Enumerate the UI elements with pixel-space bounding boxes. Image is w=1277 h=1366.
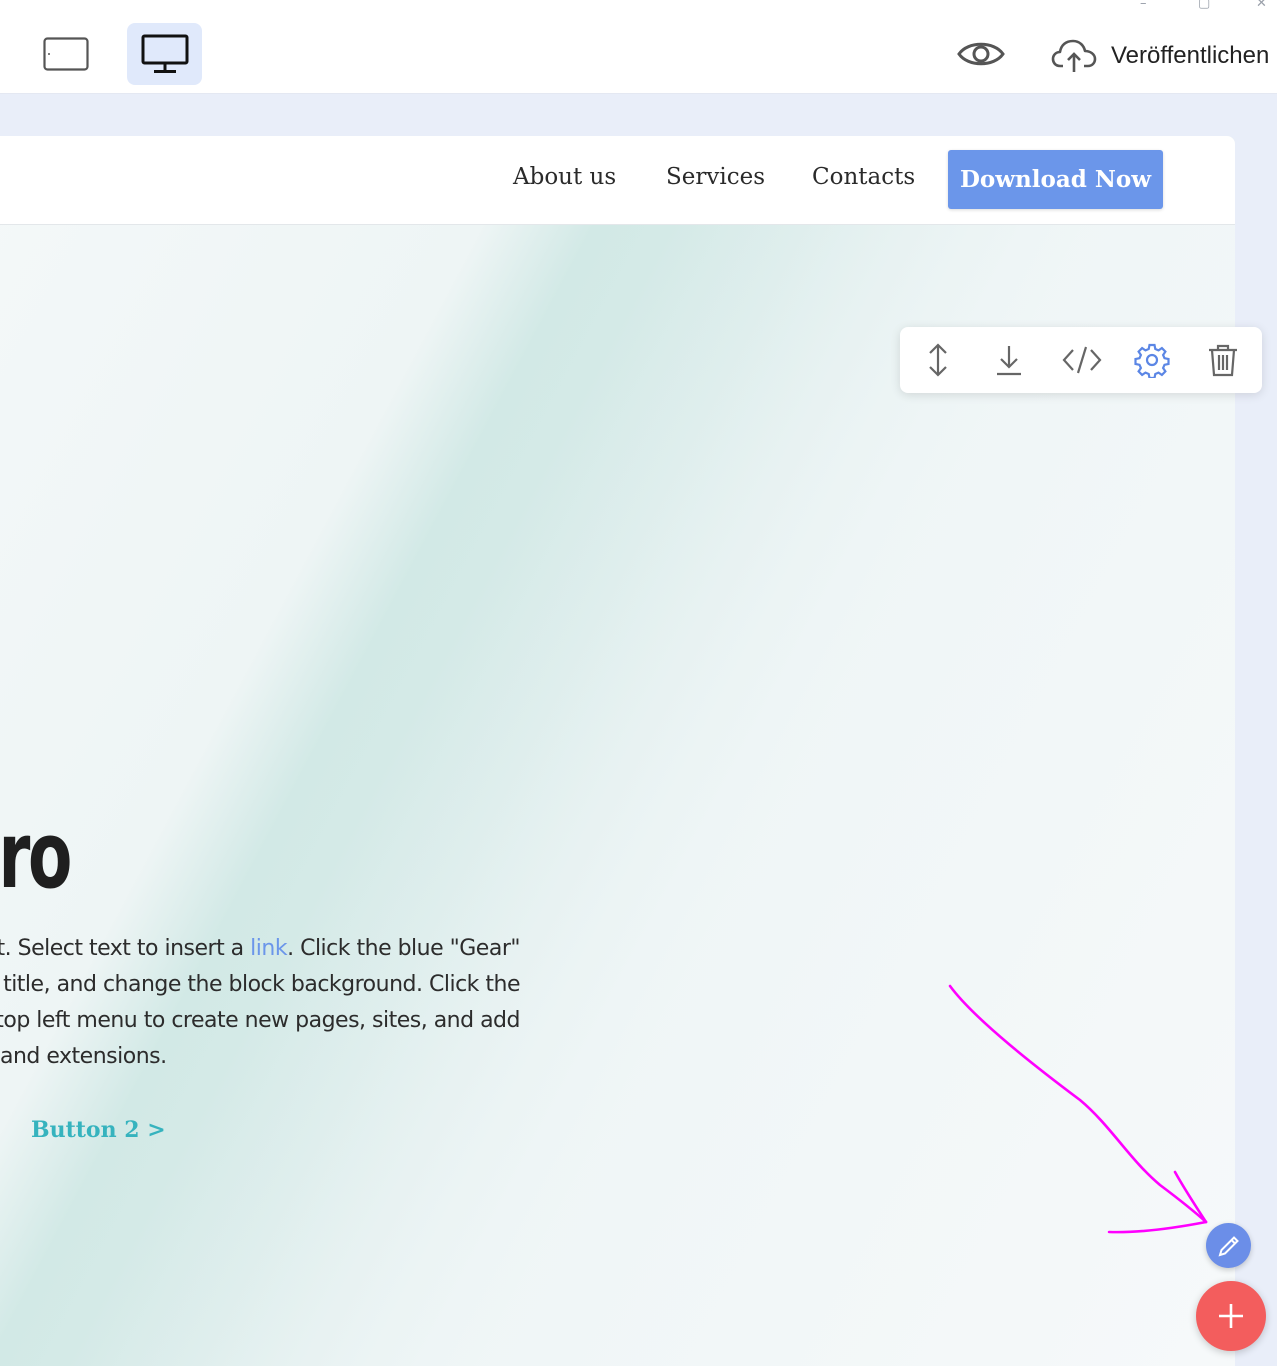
block-toolbar [900, 327, 1262, 393]
preview-button[interactable] [956, 38, 1006, 74]
hero-text-line: k. Use the top left menu to create new p… [0, 1008, 520, 1033]
move-icon[interactable] [920, 342, 956, 378]
hero-description[interactable]: le it. Select text to insert a link. Cli… [0, 931, 520, 1075]
hero-text-line: and extensions. [0, 1044, 167, 1069]
hero-background [0, 136, 1235, 1366]
gear-icon[interactable] [1134, 342, 1170, 378]
plus-icon [1219, 1304, 1243, 1328]
desktop-view-button[interactable] [127, 23, 202, 85]
pencil-icon [1218, 1235, 1239, 1256]
eye-icon [957, 42, 1005, 66]
nav-link-services[interactable]: Services [666, 164, 765, 190]
trash-icon[interactable] [1205, 342, 1241, 378]
hero-text-line: ttons, text, title, and change the block… [0, 972, 520, 997]
edit-button[interactable] [1206, 1223, 1251, 1268]
nav-link-about[interactable]: About us [513, 164, 616, 190]
app-toolbar: – ▢ ✕ Veröffentlichen [0, 0, 1277, 94]
hero-title[interactable]: een Intro [0, 802, 72, 909]
tablet-icon [42, 37, 89, 71]
close-button[interactable]: ✕ [1256, 0, 1267, 11]
hero-inline-link[interactable]: link [250, 936, 287, 961]
site-canvas: About us Services Contacts Download Now … [0, 136, 1235, 1366]
publish-button[interactable]: Veröffentlichen [1051, 38, 1269, 74]
minimize-button[interactable]: – [1140, 0, 1147, 11]
hero-text-line: le it. Select text to insert a link. Cli… [0, 936, 520, 961]
publish-label: Veröffentlichen [1111, 42, 1270, 69]
button-2[interactable]: Button 2 > [31, 1117, 166, 1143]
nav-link-contacts[interactable]: Contacts [812, 164, 915, 190]
add-block-button[interactable] [1196, 1281, 1266, 1351]
cloud-upload-icon [1051, 39, 1097, 72]
maximize-button[interactable]: ▢ [1198, 0, 1210, 11]
desktop-icon [141, 34, 188, 73]
tablet-view-button[interactable] [28, 23, 103, 85]
site-navbar: About us Services Contacts Download Now [0, 136, 1235, 225]
download-icon[interactable] [991, 342, 1027, 378]
download-now-button[interactable]: Download Now [948, 150, 1163, 209]
code-icon[interactable] [1062, 342, 1102, 378]
